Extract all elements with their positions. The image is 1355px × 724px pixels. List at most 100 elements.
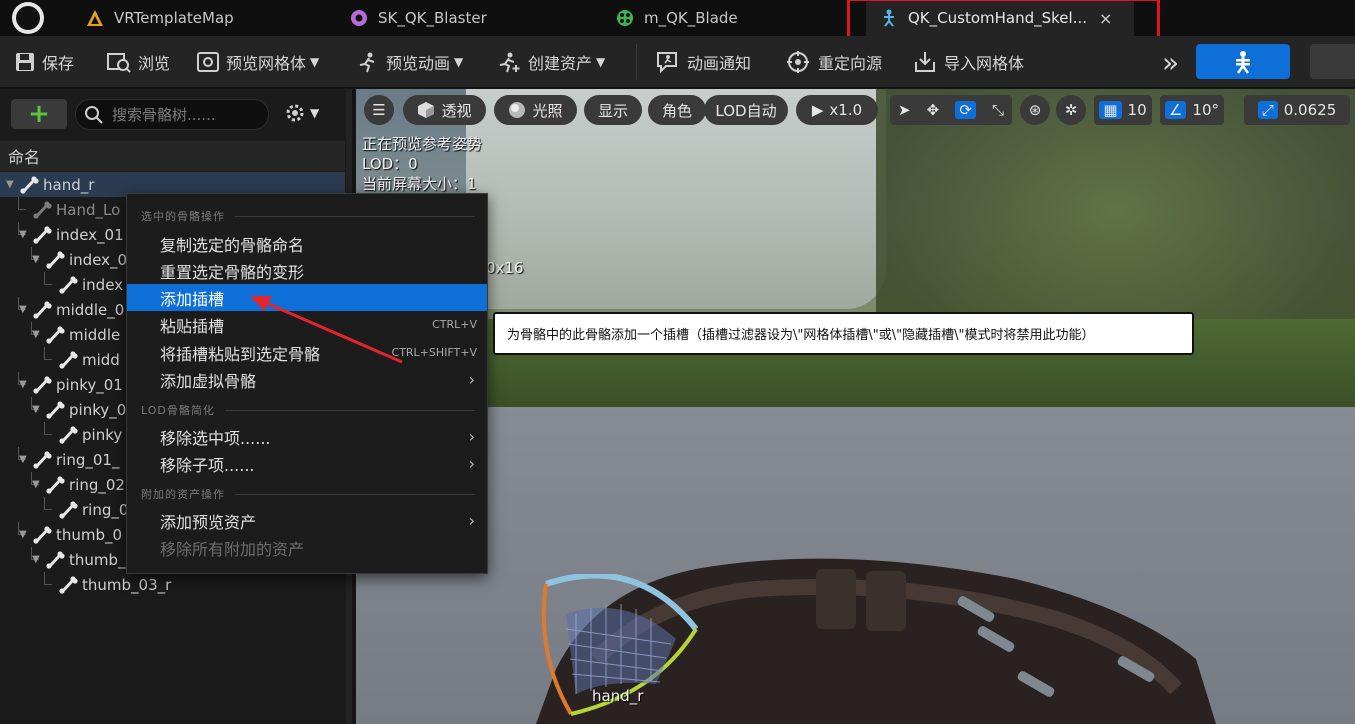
bone-icon [45, 250, 65, 274]
chevron-right-icon: › [468, 454, 475, 473]
viewport[interactable]: hand_r ☰ 透视 光照 显示 角色 LOD自动 ▶ x1.0 ➤ ✥ ⟳ … [356, 89, 1355, 724]
local-space-button[interactable]: ⊛ [1020, 95, 1050, 125]
tree-row-label: thumb_03_r [82, 575, 172, 594]
chevron-down-icon: ▼ [310, 106, 320, 120]
bone-icon [32, 200, 52, 224]
expand-arrow-icon[interactable]: ▼ [19, 229, 27, 240]
viewport-menu-button[interactable]: ☰ [364, 95, 394, 125]
preview-mesh-button[interactable]: 预览网格体 ▼ [196, 36, 319, 88]
show-button[interactable]: 显示 [584, 95, 642, 125]
expand-arrow-icon[interactable]: ▼ [19, 529, 27, 540]
tab-m-qk-blade[interactable]: m_QK_Blade [616, 0, 738, 36]
skeleton-mode-button[interactable] [1196, 44, 1290, 79]
save-icon [16, 53, 34, 71]
lod-button[interactable]: LOD自动 [704, 95, 788, 125]
play-speed-button[interactable]: ▶ x1.0 [796, 95, 878, 125]
transform-tools: ➤ ✥ ⟳ ⤡ [890, 95, 1012, 125]
tree-guide-line [44, 347, 52, 360]
grid-snap-button[interactable]: ▦ 10 [1094, 95, 1152, 125]
expand-arrow-icon[interactable]: ▼ [19, 379, 27, 390]
tab-vrtemplatemap[interactable]: VRTemplateMap [86, 0, 234, 36]
chevron-right-icon: › [468, 370, 475, 389]
remove-children-item[interactable]: 移除子项...... › [127, 450, 487, 477]
angle-snap-button[interactable]: ∠ 10° [1160, 95, 1224, 125]
character-button[interactable]: 角色 [648, 95, 706, 125]
search-input[interactable]: 搜索骨骼树...... [75, 99, 269, 130]
plus-icon: + [28, 99, 50, 129]
tab-label: VRTemplateMap [114, 9, 234, 27]
select-icon[interactable]: ➤ [898, 101, 911, 119]
reset-bone-transform-item[interactable]: 重置选定骨骼的变形 [127, 257, 487, 284]
more-button[interactable]: » [1162, 36, 1179, 88]
tree-row-label: middle [69, 325, 121, 344]
tab-sk-qk-blaster[interactable]: SK_QK_Blaster [350, 0, 487, 36]
scale-value: 0.0625 [1283, 101, 1337, 119]
chevron-double-right-icon: » [1162, 45, 1180, 79]
add-button[interactable]: + [11, 99, 67, 129]
perspective-button[interactable]: 透视 [403, 95, 486, 125]
tab-label: SK_QK_Blaster [378, 9, 487, 27]
preview-pose-text: 正在预览参考姿势 [362, 135, 483, 153]
expand-arrow-icon[interactable]: ▼ [32, 479, 40, 490]
import-mesh-label: 导入网格体 [944, 54, 1025, 73]
expand-arrow-icon[interactable]: ▼ [32, 329, 40, 340]
tree-row-label: thumb_ [69, 550, 126, 569]
run-icon [359, 52, 375, 73]
rotate-icon[interactable]: ⟳ [955, 101, 976, 119]
column-header[interactable]: 命名 [0, 141, 345, 171]
world-icon: ⊛ [1028, 101, 1042, 119]
expand-arrow-icon[interactable]: ▼ [19, 454, 27, 465]
tree-guide-line [44, 422, 52, 435]
perspective-label: 透视 [441, 101, 472, 120]
tree-row-label: ring_01_ [56, 450, 120, 469]
tree-row[interactable]: thumb_03_r [0, 572, 345, 597]
bone-icon [45, 400, 65, 424]
expand-arrow-icon[interactable]: ▼ [19, 304, 27, 315]
anim-notify-label: 动画通知 [687, 54, 752, 73]
bone-icon [19, 175, 39, 199]
preview-anim-button[interactable]: 预览动画 ▼ [356, 36, 463, 88]
resolution-text: 0x16 [486, 259, 524, 277]
expand-arrow-icon[interactable]: ▼ [32, 254, 40, 265]
browse-button[interactable]: 浏览 [106, 36, 170, 88]
tree-row-label: hand_r [43, 175, 95, 194]
unreal-logo-icon[interactable] [12, 2, 44, 34]
grid-value: 10 [1127, 101, 1147, 119]
add-preview-asset-item[interactable]: 添加预览资产 › [127, 507, 487, 534]
lod-label: LOD自动 [715, 101, 777, 120]
lighting-button[interactable]: 光照 [494, 95, 577, 125]
retarget-button[interactable]: 重定向源 [786, 36, 882, 88]
bone-icon [45, 475, 65, 499]
scale-icon[interactable]: ⤡ [992, 101, 1004, 119]
skeletal-mesh-icon [350, 9, 368, 27]
tree-row-label: pinky_01 [56, 375, 123, 394]
preview-mesh-label: 预览网格体 [226, 54, 307, 73]
surface-snap-button[interactable]: ✲ [1056, 95, 1086, 125]
expand-arrow-icon[interactable]: ▼ [32, 404, 40, 415]
settings-button[interactable]: ▼ [284, 102, 319, 124]
toolbar-divider [636, 44, 637, 80]
import-mesh-button[interactable]: 导入网格体 [912, 36, 1024, 88]
tree-row-label: middle_0 [56, 300, 125, 319]
notify-icon [657, 52, 677, 74]
mesh-mode-button[interactable] [1310, 44, 1355, 79]
bone-icon [58, 350, 78, 374]
remove-attached-assets-item: 移除所有附加的资产 [160, 539, 305, 559]
cube-icon [418, 102, 435, 118]
tree-row-label: thumb_0 [56, 525, 123, 544]
browse-icon [107, 53, 131, 73]
expand-arrow-icon[interactable]: ▼ [32, 554, 40, 565]
save-button[interactable]: 保存 [14, 36, 74, 88]
anim-notify-button[interactable]: 动画通知 [655, 36, 751, 88]
create-asset-button[interactable]: 创建资产 ▼ [498, 36, 605, 88]
tree-guide-line [44, 572, 52, 585]
bone-label: hand_r [592, 687, 644, 705]
remove-selected-item[interactable]: 移除选中项...... › [127, 423, 487, 450]
chevron-down-icon: ▼ [454, 55, 464, 69]
tree-row-label: index_0 [69, 250, 128, 269]
move-icon[interactable]: ✥ [927, 101, 940, 119]
scale-snap-button[interactable]: ⤢ 0.0625 [1244, 95, 1350, 125]
expand-arrow-icon[interactable]: ▼ [6, 179, 14, 190]
copy-bone-names-item[interactable]: 复制选定的骨骼命名 [127, 230, 487, 257]
retarget-label: 重定向源 [818, 54, 883, 73]
